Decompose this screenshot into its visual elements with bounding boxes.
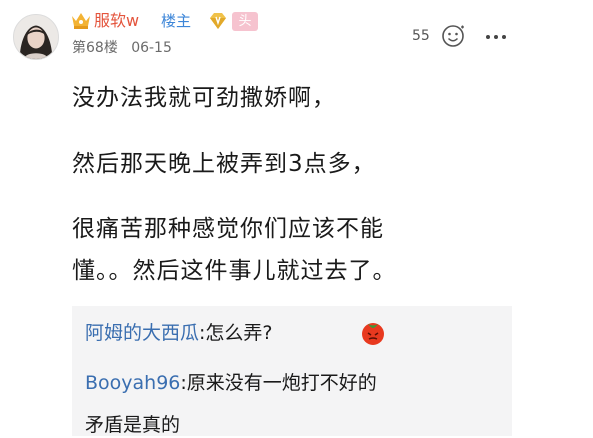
op-badge: 楼主 (161, 12, 192, 30)
avatar[interactable] (13, 14, 59, 60)
reply-item[interactable]: 阿姆的大西瓜:怎么弄? (85, 320, 273, 346)
level-badge: 头 (232, 12, 258, 31)
reply-text: 矛盾是真的 (85, 414, 181, 436)
reply-author[interactable]: Booyah96 (85, 372, 180, 394)
reply-list: 阿姆的大西瓜:怎么弄? Booyah96:原来没有一炮打不好的 矛盾是真的 (72, 306, 512, 436)
diamond-icon (210, 13, 226, 29)
username[interactable]: 服软w (94, 11, 139, 31)
post-body-line: 没办法我就可劲撒娇啊， (72, 85, 336, 111)
like-icon[interactable] (440, 24, 466, 48)
like-count: 55 (412, 28, 430, 44)
floor-number: 第68楼 (72, 40, 118, 56)
tomato-emoji-icon (362, 323, 384, 345)
crown-icon (72, 13, 90, 29)
more-icon[interactable] (483, 26, 509, 48)
post-meta: 第68楼 06-15 (72, 39, 172, 57)
post-body-line: 然后那天晚上被弄到3点多， (72, 151, 376, 177)
post-date: 06-15 (131, 40, 172, 56)
reply-text: 怎么弄? (205, 322, 273, 344)
post-body-line: 很痛苦那种感觉你们应该不能 (72, 216, 384, 242)
reply-author[interactable]: 阿姆的大西瓜 (85, 322, 199, 344)
reply-continuation: 矛盾是真的 (85, 412, 180, 438)
post-body-line: 懂。。然后这件事儿就过去了。 (72, 258, 397, 284)
reply-text: 原来没有一炮打不好的 (186, 372, 377, 394)
reply-item[interactable]: Booyah96:原来没有一炮打不好的 (85, 370, 377, 396)
